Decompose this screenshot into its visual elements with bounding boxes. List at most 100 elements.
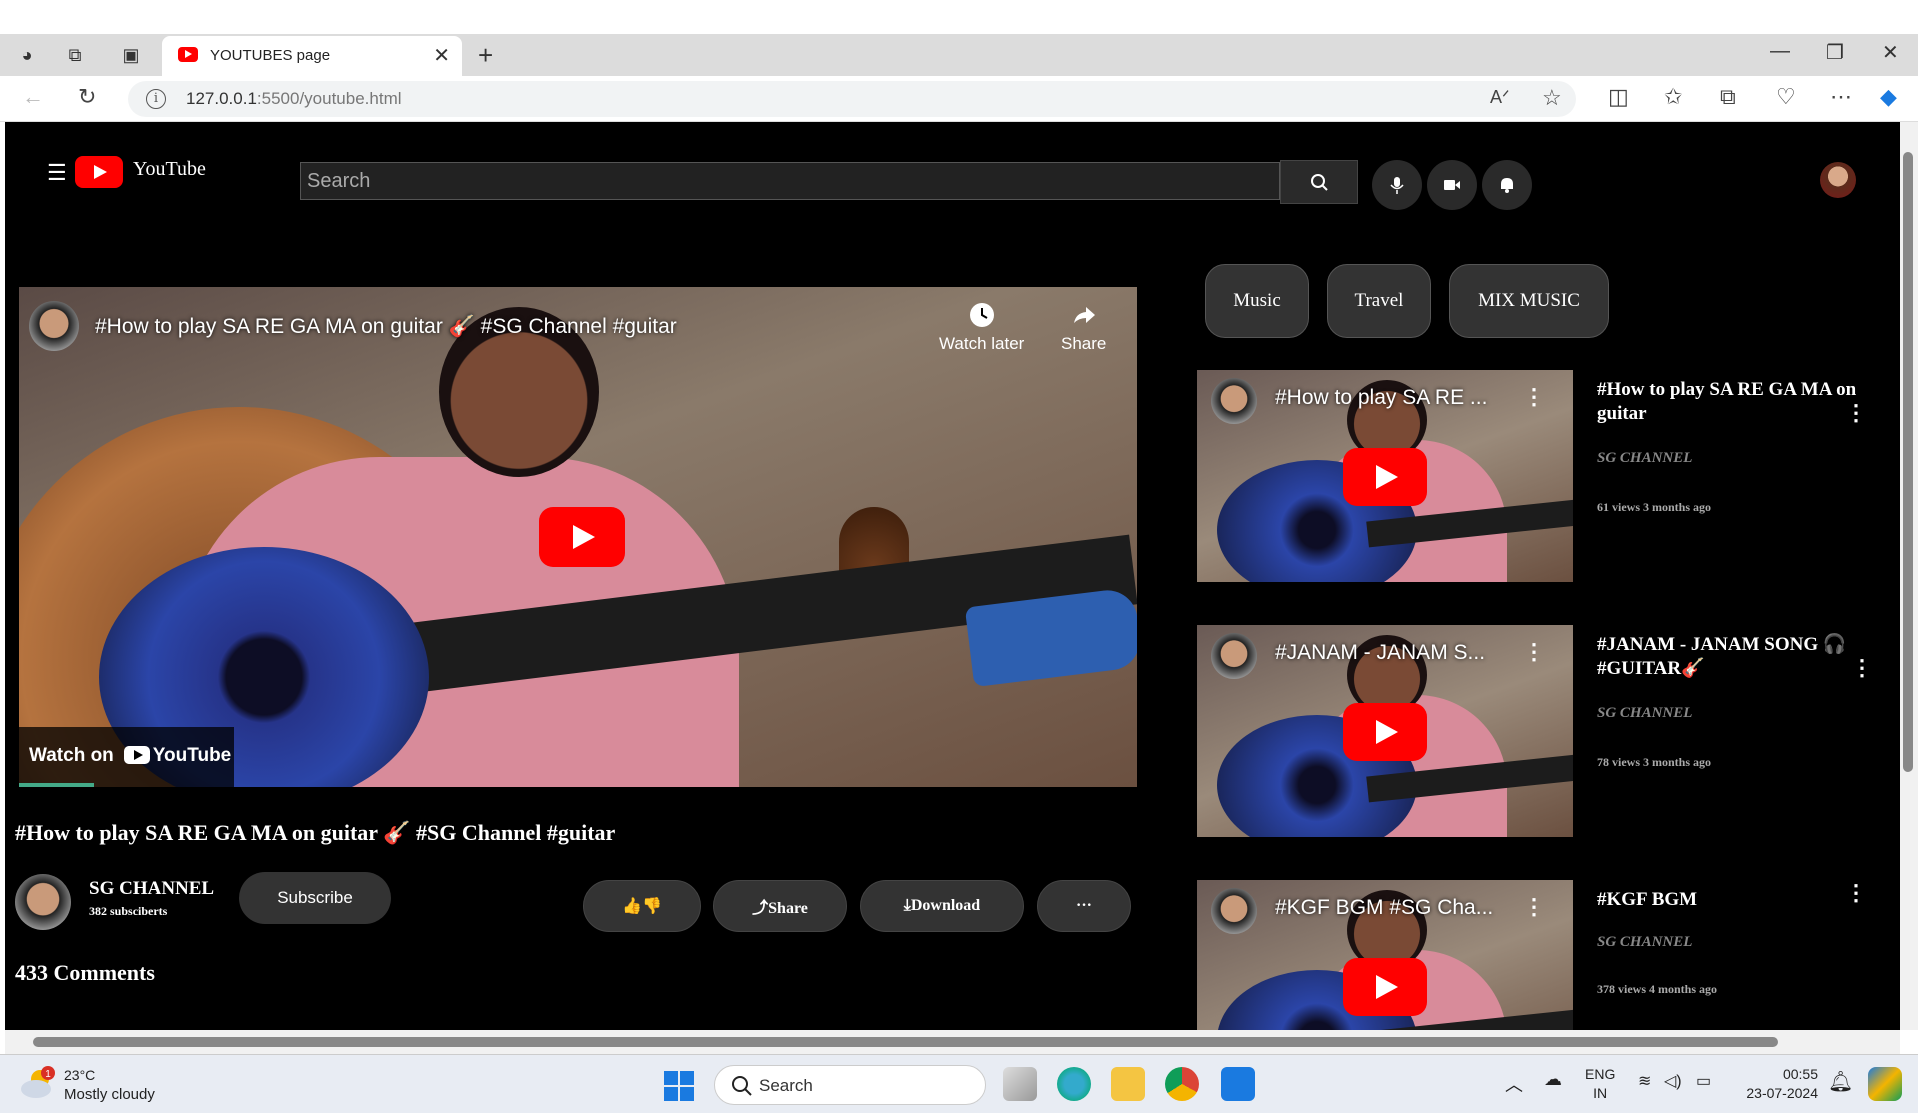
site-info-icon[interactable]: i xyxy=(146,89,166,109)
thumb-more-icon[interactable]: ⋮ xyxy=(1523,639,1545,665)
chrome-icon[interactable] xyxy=(1165,1067,1199,1101)
search-button[interactable] xyxy=(1280,160,1358,204)
recommendation-title[interactable]: #How to play SA RE GA MA on guitar xyxy=(1597,378,1857,426)
like-dislike-button[interactable]: 👍👎 xyxy=(583,880,701,932)
search-input[interactable] xyxy=(300,162,1280,200)
clock[interactable]: 00:55 23-07-2024 xyxy=(1722,1065,1818,1103)
vertical-scrollbar[interactable] xyxy=(1900,122,1918,1030)
copilot-taskbar-icon[interactable] xyxy=(1868,1067,1902,1101)
back-icon[interactable]: ← xyxy=(22,84,44,110)
watch-on-youtube-button[interactable]: Watch on YouTube xyxy=(19,727,234,787)
player-progress-bar xyxy=(19,783,94,787)
recommendation-card[interactable]: #How to play SA RE ... ⋮ #How to play SA… xyxy=(1197,370,1877,582)
thumb-channel-avatar xyxy=(1211,378,1257,424)
user-avatar[interactable] xyxy=(1820,162,1856,198)
recommendation-title[interactable]: #JANAM - JANAM SONG 🎧 #GUITAR🎸 xyxy=(1597,633,1867,681)
watch-later-button[interactable]: Watch later xyxy=(939,301,1024,354)
tab-actions-icon[interactable]: ▣ xyxy=(118,42,144,68)
player-share-label: Share xyxy=(1061,334,1107,353)
close-window-icon[interactable]: ✕ xyxy=(1882,40,1899,65)
youtube-logo-icon[interactable] xyxy=(75,156,123,188)
notification-bell-icon[interactable]: 🔔︎ xyxy=(1828,1069,1853,1094)
chip-travel[interactable]: Travel xyxy=(1327,264,1431,338)
minimize-icon[interactable]: — xyxy=(1770,40,1790,63)
taskbar-search[interactable]: Search xyxy=(714,1065,986,1105)
start-button[interactable] xyxy=(664,1071,694,1101)
thumb-more-icon[interactable]: ⋮ xyxy=(1523,384,1545,410)
thumb-channel-avatar xyxy=(1211,888,1257,934)
video-player[interactable]: #How to play SA RE GA MA on guitar 🎸 #SG… xyxy=(19,287,1137,787)
mic-icon xyxy=(1390,177,1404,194)
more-menu-icon[interactable]: ⋯ xyxy=(1830,84,1852,110)
more-actions-button[interactable]: ··· xyxy=(1037,880,1131,932)
horizontal-scrollbar[interactable] xyxy=(5,1030,1900,1054)
favorite-star-icon[interactable]: ☆ xyxy=(1542,85,1562,111)
thumb-play-icon[interactable] xyxy=(1343,958,1427,1016)
channel-avatar[interactable] xyxy=(15,874,71,930)
wifi-icon[interactable]: ≋ xyxy=(1638,1071,1651,1091)
workspaces-icon[interactable]: ⧉ xyxy=(62,42,88,68)
collections-icon[interactable]: ⧉ xyxy=(1720,84,1736,110)
chip-music[interactable]: Music xyxy=(1205,264,1309,338)
menu-icon[interactable]: ☰ xyxy=(47,160,67,186)
close-tab-icon[interactable]: ✕ xyxy=(433,43,450,68)
player-channel-avatar[interactable] xyxy=(29,301,79,351)
tab-youtube[interactable]: YOUTUBES page ✕ xyxy=(162,36,462,76)
chip-mix-music[interactable]: MIX MUSIC xyxy=(1449,264,1609,338)
recommendation-thumbnail[interactable]: #JANAM - JANAM S... ⋮ xyxy=(1197,625,1573,837)
vertical-scroll-thumb[interactable] xyxy=(1903,152,1913,772)
thumb-play-icon[interactable] xyxy=(1343,703,1427,761)
vscode-icon[interactable] xyxy=(1221,1067,1255,1101)
language-indicator[interactable]: ENG IN xyxy=(1585,1065,1615,1103)
recommendation-more-icon[interactable]: ⋮ xyxy=(1845,880,1867,906)
url-field[interactable]: i 127.0.0.1:5500/youtube.html Aᐟ ☆ xyxy=(128,81,1576,117)
split-screen-icon[interactable]: ◫ xyxy=(1608,84,1629,110)
recommendation-more-icon[interactable]: ⋮ xyxy=(1845,400,1867,426)
clock-date: 23-07-2024 xyxy=(1746,1085,1818,1101)
new-tab-icon[interactable]: + xyxy=(478,40,493,71)
task-view-icon[interactable] xyxy=(1003,1067,1037,1101)
volume-icon[interactable]: ◁) xyxy=(1664,1071,1682,1091)
recommendation-card[interactable]: #KGF BGM #SG Cha... ⋮ #KGF BGM SG CHANNE… xyxy=(1197,880,1877,1030)
mic-button[interactable] xyxy=(1372,160,1422,210)
thumb-more-icon[interactable]: ⋮ xyxy=(1523,894,1545,920)
profile-icon[interactable]: ◕ xyxy=(14,42,40,68)
window-top-strip xyxy=(0,0,1918,34)
battery-icon[interactable]: ▭ xyxy=(1696,1071,1711,1091)
thumb-play-icon[interactable] xyxy=(1343,448,1427,506)
recommendation-thumbnail[interactable]: #How to play SA RE ... ⋮ xyxy=(1197,370,1573,582)
show-hidden-icons-icon[interactable]: ︿ xyxy=(1505,1071,1523,1097)
restore-icon[interactable]: ❐ xyxy=(1826,40,1844,65)
weather-icon[interactable]: 1 xyxy=(18,1063,58,1103)
lang-secondary: IN xyxy=(1593,1085,1608,1101)
thumb-title: #How to play SA RE ... xyxy=(1275,386,1488,409)
share-button[interactable]: ⤴Share xyxy=(713,880,847,932)
address-bar: ← ↻ i 127.0.0.1:5500/youtube.html Aᐟ ☆ ◫… xyxy=(0,76,1918,122)
url-text: 127.0.0.1:5500/youtube.html xyxy=(186,89,402,109)
onedrive-icon[interactable]: ☁ xyxy=(1544,1069,1562,1090)
copilot-icon[interactable]: ◆ xyxy=(1880,84,1897,110)
youtube-play-icon xyxy=(123,746,150,764)
read-aloud-icon[interactable]: Aᐟ xyxy=(1490,87,1510,108)
bell-icon xyxy=(1501,178,1513,193)
channel-name[interactable]: SG CHANNEL xyxy=(89,878,214,900)
recommendation-more-icon[interactable]: ⋮ xyxy=(1851,655,1873,681)
player-overlay-title[interactable]: #How to play SA RE GA MA on guitar 🎸 #SG… xyxy=(95,315,677,339)
horizontal-scroll-thumb[interactable] xyxy=(33,1037,1778,1047)
edge-icon[interactable] xyxy=(1057,1067,1091,1101)
subscribe-button[interactable]: Subscribe xyxy=(239,872,391,924)
player-share-button[interactable]: Share xyxy=(1061,301,1106,354)
favorites-icon[interactable]: ✩ xyxy=(1664,84,1682,110)
download-button[interactable]: ⤓Download xyxy=(860,880,1024,932)
youtube-favicon-icon xyxy=(178,47,198,62)
play-button-icon[interactable] xyxy=(539,507,625,567)
recommendation-card[interactable]: #JANAM - JANAM S... ⋮ #JANAM - JANAM SON… xyxy=(1197,625,1877,837)
reload-icon[interactable]: ↻ xyxy=(78,84,96,110)
thumb-title: #KGF BGM #SG Cha... xyxy=(1275,896,1494,919)
create-video-button[interactable] xyxy=(1427,160,1477,210)
file-explorer-icon[interactable] xyxy=(1111,1067,1145,1101)
recommendation-thumbnail[interactable]: #KGF BGM #SG Cha... ⋮ xyxy=(1197,880,1573,1030)
browser-essentials-icon[interactable]: ♡ xyxy=(1776,84,1796,110)
recommendation-title[interactable]: #KGF BGM xyxy=(1597,888,1857,912)
notifications-button[interactable] xyxy=(1482,160,1532,210)
